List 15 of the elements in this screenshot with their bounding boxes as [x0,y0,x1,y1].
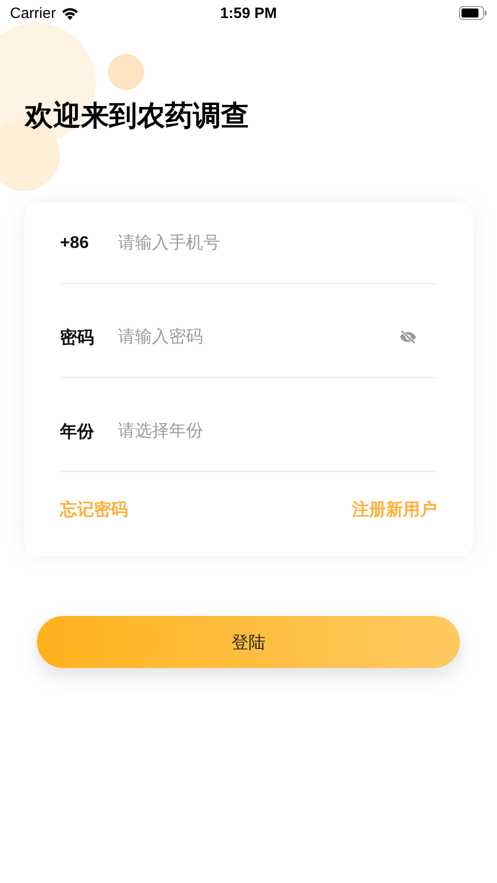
field-label: +86 [60,233,90,253]
year-select-field[interactable]: 请选择年份 [118,416,437,446]
clock-time: 1:59 PM [219,4,278,22]
wifi-icon [60,6,79,20]
field-label: 年份 [60,420,95,442]
register-link[interactable]: 注册新用户 [352,498,437,521]
page-title: 欢迎来到农药调查 [25,99,249,133]
carrier-label: Carrier [10,4,56,22]
field-label: 密码 [60,326,95,348]
forgot-password-link[interactable]: 忘记密码 [60,498,128,521]
phone-field[interactable]: 请输入手机号 [118,228,437,258]
login-button[interactable]: 登陆 [37,616,460,668]
password-field[interactable]: 请输入密码 [118,322,399,352]
hidden-eye-icon[interactable] [399,330,417,344]
battery-icon [459,6,487,20]
